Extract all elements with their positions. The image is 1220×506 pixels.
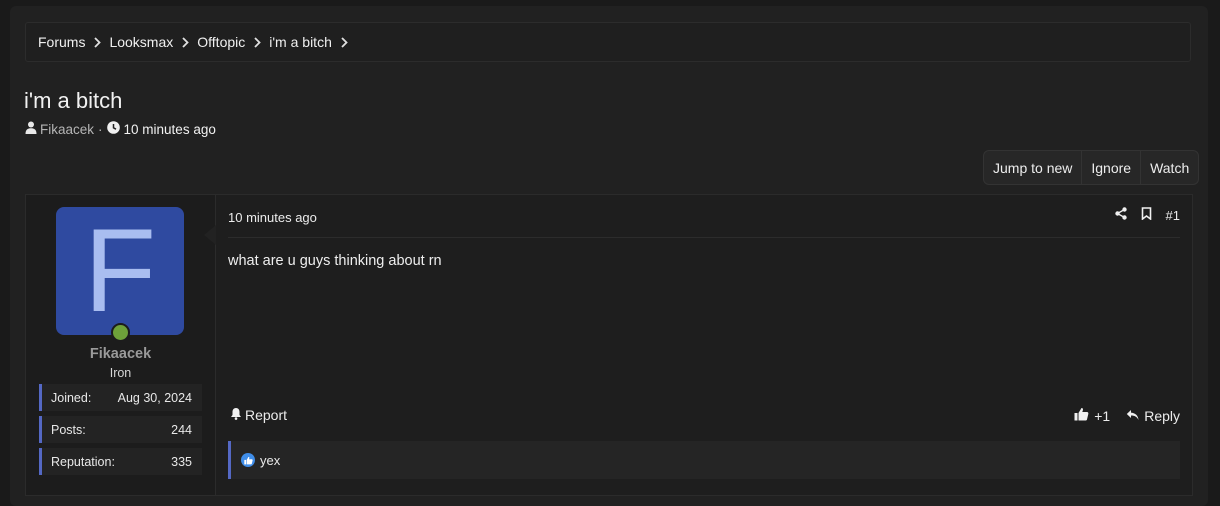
like-button[interactable]: +1 bbox=[1074, 407, 1110, 424]
user-rank: Iron bbox=[109, 366, 132, 380]
post-number[interactable]: #1 bbox=[1166, 208, 1180, 223]
stat-label: Reputation: bbox=[51, 454, 115, 469]
post-time[interactable]: 10 minutes ago bbox=[228, 210, 317, 225]
thread-meta: Fikaacek · 10 minutes ago bbox=[25, 121, 216, 137]
chevron-right-icon bbox=[94, 36, 102, 48]
stat-reputation: Reputation: 335 bbox=[39, 448, 202, 475]
breadcrumb-label[interactable]: Forums bbox=[38, 34, 85, 50]
share-icon[interactable] bbox=[1114, 207, 1127, 223]
breadcrumb-item-offtopic[interactable]: Offtopic bbox=[197, 34, 269, 50]
post-divider bbox=[228, 237, 1180, 238]
stat-value: Aug 30, 2024 bbox=[117, 390, 192, 405]
chevron-right-icon bbox=[341, 36, 348, 48]
post-arrow bbox=[204, 225, 216, 245]
thread-actions: Jump to new Ignore Watch bbox=[983, 150, 1200, 185]
watch-button[interactable]: Watch bbox=[1140, 151, 1198, 184]
report-label[interactable]: Report bbox=[245, 407, 287, 423]
user-icon bbox=[25, 121, 37, 137]
avatar[interactable]: F bbox=[56, 205, 184, 337]
like-count[interactable]: +1 bbox=[1094, 408, 1110, 424]
post-top-actions: #1 bbox=[1114, 207, 1180, 223]
stat-label: Posts: bbox=[51, 422, 86, 437]
breadcrumb-label[interactable]: Looksmax bbox=[109, 34, 173, 50]
breadcrumb-item-looksmax[interactable]: Looksmax bbox=[109, 34, 197, 50]
breadcrumb-label[interactable]: Offtopic bbox=[197, 34, 245, 50]
reply-icon bbox=[1126, 408, 1139, 424]
clock-icon bbox=[106, 121, 120, 137]
meta-separator: · bbox=[98, 121, 103, 137]
stat-label: Joined: bbox=[51, 390, 92, 405]
breadcrumb-item-forums[interactable]: Forums bbox=[38, 34, 109, 50]
post-username[interactable]: Fikaacek bbox=[26, 346, 215, 362]
reply-button[interactable]: Reply bbox=[1126, 408, 1180, 424]
post-body: 10 minutes ago #1 what are u guys thinki… bbox=[216, 195, 1192, 495]
report-button[interactable]: Report bbox=[230, 407, 287, 423]
reactions-bar[interactable]: yex bbox=[228, 441, 1180, 479]
breadcrumb-label[interactable]: i'm a bitch bbox=[269, 34, 332, 50]
jump-to-new-button[interactable]: Jump to new bbox=[984, 151, 1081, 184]
post: F Fikaacek Iron Joined: Aug 30, 2024 Pos… bbox=[25, 194, 1193, 496]
ignore-button[interactable]: Ignore bbox=[1081, 151, 1140, 184]
bell-icon bbox=[230, 407, 242, 423]
breadcrumb-item-thread[interactable]: i'm a bitch bbox=[269, 34, 356, 50]
post-footer-actions: +1 Reply bbox=[1074, 407, 1180, 424]
page-title: i'm a bitch bbox=[24, 88, 123, 113]
reactions-text[interactable]: yex bbox=[260, 453, 280, 468]
breadcrumb: Forums Looksmax Offtopic i'm a bitch bbox=[25, 22, 1191, 62]
reply-label[interactable]: Reply bbox=[1144, 408, 1180, 424]
stat-joined: Joined: Aug 30, 2024 bbox=[39, 384, 202, 411]
thumbs-up-icon bbox=[1074, 407, 1089, 424]
stat-value: 244 bbox=[171, 422, 192, 437]
chevron-right-icon bbox=[254, 36, 262, 48]
thread-time[interactable]: 10 minutes ago bbox=[124, 122, 216, 137]
stat-value: 335 bbox=[171, 454, 192, 469]
post-content: what are u guys thinking about rn bbox=[228, 253, 442, 269]
bookmark-icon[interactable] bbox=[1141, 207, 1152, 223]
online-status-indicator bbox=[111, 323, 130, 342]
post-user-column: F Fikaacek Iron Joined: Aug 30, 2024 Pos… bbox=[26, 195, 216, 495]
thread-author-link[interactable]: Fikaacek bbox=[40, 122, 94, 137]
stat-posts: Posts: 244 bbox=[39, 416, 202, 443]
chevron-right-icon bbox=[182, 36, 190, 48]
like-reaction-icon bbox=[241, 453, 255, 467]
